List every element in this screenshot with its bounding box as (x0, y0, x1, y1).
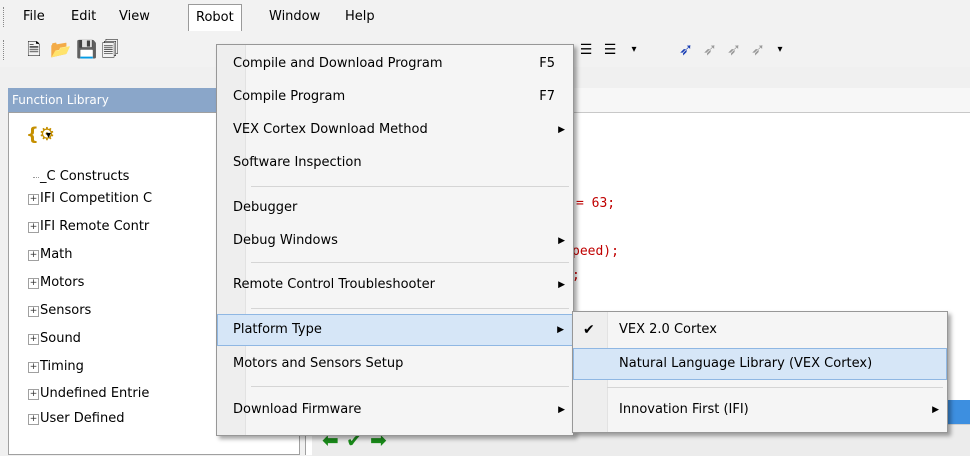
toolbar-grip[interactable] (3, 40, 8, 60)
menu-item-label: Software Inspection (233, 155, 362, 170)
tree-item-timing[interactable]: Timing (40, 356, 84, 378)
menu-item-natural-language-library[interactable]: Natural Language Library (VEX Cortex) (573, 348, 947, 380)
submenu-arrow-icon: ▶ (558, 405, 565, 415)
code-line: = 63; (576, 196, 616, 211)
expand-icon[interactable]: + (28, 250, 39, 261)
menu-item-debugger[interactable]: Debugger (217, 192, 573, 224)
menu-item-label: Remote Control Troubleshooter (233, 277, 435, 292)
menu-item-compile[interactable]: Compile Program F7 (217, 81, 573, 113)
open-folder-icon[interactable]: 📂 (50, 40, 71, 60)
tree-item-undefined[interactable]: Undefined Entrie (40, 383, 149, 405)
toolbar-overflow-icon-2[interactable]: ▾ (770, 40, 790, 60)
tree-item-ifi-competition[interactable]: IFI Competition C (40, 188, 152, 210)
robot-menu: Compile and Download Program F5 Compile … (216, 44, 574, 436)
expand-icon[interactable]: + (28, 222, 39, 233)
expand-icon[interactable]: + (28, 334, 39, 345)
expand-icon[interactable]: + (28, 194, 39, 205)
menu-item-shortcut: F5 (539, 56, 555, 71)
toolbar-overflow-icon[interactable]: ▾ (624, 40, 644, 60)
save-all-icon[interactable]: 🗐 (100, 40, 120, 60)
outdent-icon[interactable]: ☰ (600, 40, 620, 60)
menu-separator (251, 186, 569, 187)
menubar-grip[interactable] (3, 7, 8, 27)
save-icon[interactable]: 💾 (76, 40, 97, 60)
menu-item-innovation-first[interactable]: Innovation First (IFI) ▶ (573, 394, 947, 426)
chevron-down-icon[interactable]: ▾ (46, 130, 51, 141)
menu-item-motors-sensors-setup[interactable]: Motors and Sensors Setup (217, 348, 573, 380)
expand-icon[interactable]: + (28, 414, 39, 425)
menu-item-label: VEX 2.0 Cortex (619, 322, 717, 337)
tree-item-math[interactable]: Math (40, 244, 73, 266)
tree-connector (33, 177, 39, 178)
menu-item-software-inspection[interactable]: Software Inspection (217, 147, 573, 179)
tree-item-ifi-remote[interactable]: IFI Remote Contr (40, 216, 149, 238)
tree-item-sensors[interactable]: Sensors (40, 300, 91, 322)
expand-icon[interactable]: + (28, 389, 39, 400)
menu-item-debug-windows[interactable]: Debug Windows ▶ (217, 225, 573, 257)
menu-item-label: Natural Language Library (VEX Cortex) (619, 356, 873, 371)
menu-view[interactable]: View (112, 6, 157, 28)
menu-help[interactable]: Help (338, 6, 382, 28)
menu-file[interactable]: File (16, 6, 52, 28)
bookmark-prev-icon[interactable]: ➶ (724, 40, 744, 60)
menu-item-label: Compile Program (233, 89, 346, 104)
menu-item-label: Debug Windows (233, 233, 338, 248)
tree-item-user-defined[interactable]: User Defined (40, 408, 124, 430)
menu-separator (251, 308, 569, 309)
menu-robot[interactable]: Robot (188, 4, 242, 31)
submenu-arrow-icon: ▶ (558, 125, 565, 135)
expand-icon[interactable]: + (28, 278, 39, 289)
bookmark-icon[interactable]: ➶ (676, 40, 696, 60)
menu-item-label: Innovation First (IFI) (619, 402, 749, 417)
menu-item-label: VEX Cortex Download Method (233, 122, 428, 137)
platform-type-submenu: ✔ VEX 2.0 Cortex Natural Language Librar… (572, 311, 948, 433)
expand-icon[interactable]: + (28, 306, 39, 317)
tree-item-sound[interactable]: Sound (40, 328, 81, 350)
menu-edit[interactable]: Edit (64, 6, 103, 28)
menu-item-label: Download Firmware (233, 402, 362, 417)
submenu-arrow-icon: ▶ (932, 405, 939, 415)
new-file-icon[interactable]: 🗎 (24, 40, 44, 60)
menu-separator (251, 386, 569, 387)
menu-item-vex-download-method[interactable]: VEX Cortex Download Method ▶ (217, 114, 573, 146)
menu-separator (251, 262, 569, 263)
tree-item-motors[interactable]: Motors (40, 272, 84, 294)
menu-item-shortcut: F7 (539, 89, 555, 104)
tree-item-c-constructs[interactable]: _C Constructs (40, 166, 129, 188)
menu-item-compile-download[interactable]: Compile and Download Program F5 (217, 48, 573, 80)
expand-icon[interactable]: + (28, 362, 39, 373)
indent-icon[interactable]: ☰ (576, 40, 596, 60)
menu-item-label: Debugger (233, 200, 298, 215)
menu-item-label: Motors and Sensors Setup (233, 356, 404, 371)
menu-item-vex-2-cortex[interactable]: ✔ VEX 2.0 Cortex (573, 314, 947, 346)
submenu-arrow-icon: ▶ (558, 280, 565, 290)
menu-item-label: Compile and Download Program (233, 56, 443, 71)
menu-separator (607, 387, 943, 388)
menu-item-download-firmware[interactable]: Download Firmware ▶ (217, 394, 573, 426)
submenu-arrow-icon: ▶ (557, 325, 564, 335)
menu-item-label: Platform Type (233, 322, 322, 337)
scroll-button[interactable] (946, 400, 970, 424)
bookmark-next-icon[interactable]: ➶ (700, 40, 720, 60)
menu-bar: File Edit View Robot Window Help (0, 0, 970, 34)
check-icon: ✔ (583, 322, 595, 338)
menu-item-platform-type[interactable]: Platform Type ▶ (217, 314, 573, 346)
menu-window[interactable]: Window (262, 6, 327, 28)
bookmark-clear-icon[interactable]: ➶ (748, 40, 768, 60)
menu-item-remote-troubleshooter[interactable]: Remote Control Troubleshooter ▶ (217, 269, 573, 301)
submenu-arrow-icon: ▶ (558, 236, 565, 246)
code-line: peed); (572, 244, 619, 259)
